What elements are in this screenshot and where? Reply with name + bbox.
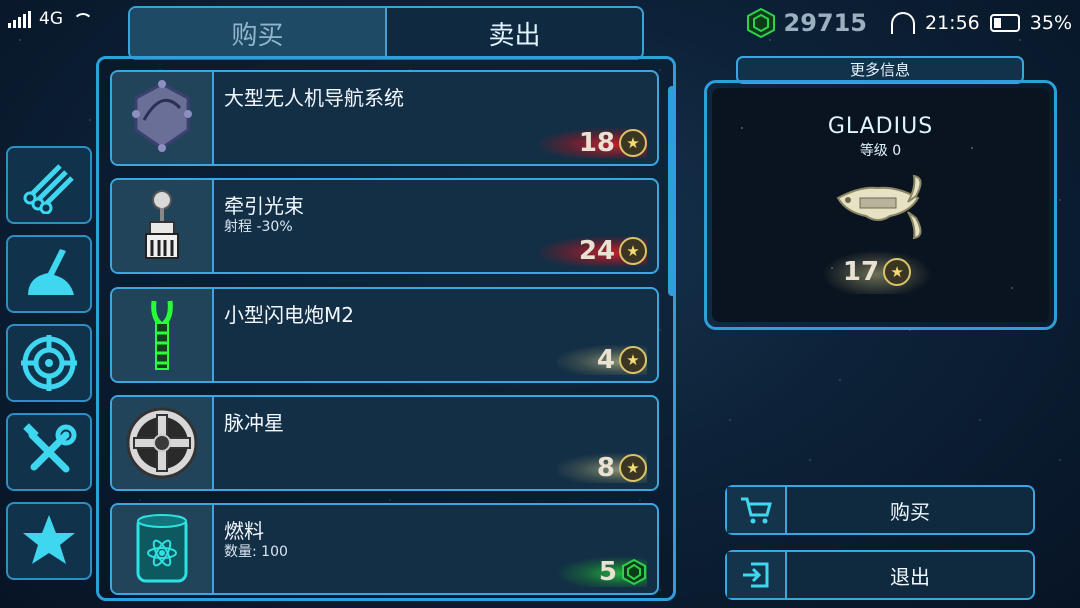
exit-icon — [727, 552, 787, 598]
category-targeting[interactable] — [6, 324, 92, 402]
price-value: 18 — [578, 128, 615, 158]
clock: 21:56 — [925, 12, 980, 34]
shop-item[interactable]: 大型无人机导航系统 18 ★ — [110, 70, 659, 166]
spaceship-icon — [836, 174, 922, 240]
price-value: 5 — [598, 557, 617, 587]
lightning-cannon-icon — [151, 300, 173, 370]
shop-item[interactable]: 脉冲星 8 ★ — [110, 395, 659, 491]
category-claw[interactable] — [6, 235, 92, 313]
network-type: 4G — [39, 9, 63, 29]
star-coin-icon: ★ — [619, 346, 647, 374]
battery-icon — [989, 14, 1020, 32]
star-coin-icon: ★ — [883, 258, 912, 286]
price-value: 24 — [578, 236, 615, 266]
item-subtext: 数量: 100 — [224, 544, 288, 560]
cart-icon — [727, 487, 787, 533]
shop-item[interactable]: 小型闪电炮M2 4 ★ — [110, 287, 659, 383]
item-price: 8 ★ — [556, 453, 647, 483]
headset-icon — [891, 12, 915, 34]
item-name: 脉冲星 — [224, 411, 284, 435]
shop-item[interactable]: 燃料 数量: 100 5 — [110, 503, 659, 595]
item-thumbnail — [112, 180, 214, 272]
credits-value: 29715 — [783, 9, 868, 37]
item-price: 5 — [558, 557, 647, 587]
crosshair-icon — [21, 335, 77, 391]
star-coin-icon: ★ — [619, 129, 647, 157]
item-thumbnail — [112, 72, 214, 164]
trade-tabs: 购买 卖出 — [128, 6, 644, 60]
battery-percent: 35% — [1029, 12, 1072, 34]
pulsar-icon — [126, 407, 198, 479]
claw-icon — [28, 249, 74, 295]
item-price: 24 ★ — [538, 236, 647, 266]
buy-button[interactable]: 购买 — [725, 485, 1035, 535]
item-name: 燃料 — [224, 519, 264, 543]
ship-price-value: 17 — [842, 257, 880, 287]
category-tools[interactable] — [6, 413, 92, 491]
ship-price: 17 ★ — [822, 250, 932, 294]
price-value: 8 — [596, 453, 615, 483]
exit-button[interactable]: 退出 — [725, 550, 1035, 600]
category-pipes[interactable] — [6, 146, 92, 224]
buy-button-label: 购买 — [890, 499, 930, 524]
tractor-beam-icon — [145, 190, 179, 259]
tab-sell[interactable]: 卖出 — [387, 8, 642, 58]
item-name: 小型闪电炮M2 — [224, 303, 354, 327]
exit-button-label: 退出 — [890, 564, 930, 589]
drone-navigation-icon — [132, 80, 192, 152]
star-coin-icon: ★ — [619, 454, 647, 482]
star-icon — [23, 515, 75, 564]
pipes-icon — [23, 164, 74, 214]
fuel-barrel-icon — [136, 514, 188, 583]
item-thumbnail — [112, 397, 214, 489]
category-favorites[interactable] — [6, 502, 92, 580]
star-coin-icon: ★ — [619, 237, 647, 265]
price-value: 4 — [596, 345, 615, 375]
tools-icon — [23, 423, 77, 473]
ship-level: 等级 0 — [859, 143, 902, 159]
credits-display: 29715 — [746, 8, 868, 38]
status-right: 29715 21:56 35% — [746, 8, 1072, 38]
status-left: 4G — [8, 9, 93, 29]
item-thumbnail — [112, 505, 214, 593]
ship-name: GLADIUS — [827, 114, 934, 139]
item-thumbnail — [112, 289, 214, 381]
list-scrollbar[interactable] — [668, 86, 676, 296]
item-price: 18 ★ — [538, 128, 647, 158]
item-subtext: 射程 -30% — [224, 219, 293, 235]
item-name: 大型无人机导航系统 — [224, 86, 404, 110]
item-name: 牵引光束 — [224, 194, 304, 218]
shop-item[interactable]: 牵引光束 射程 -30% 24 ★ — [110, 178, 659, 274]
credits-gem-icon — [746, 8, 775, 38]
wifi-icon — [71, 11, 93, 27]
signal-icon — [8, 10, 31, 28]
category-sidebar — [6, 146, 96, 591]
green-gem-icon — [622, 559, 646, 585]
tab-buy[interactable]: 购买 — [130, 8, 387, 58]
item-price: 4 ★ — [556, 345, 647, 375]
